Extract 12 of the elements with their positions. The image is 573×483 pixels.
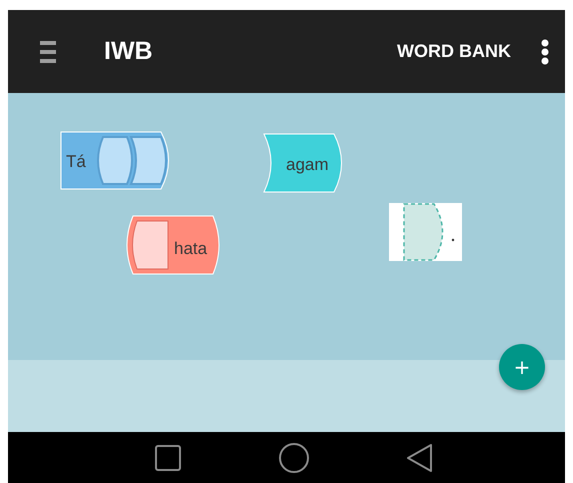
block-label: Tá — [66, 152, 86, 171]
block-label: hata — [174, 239, 208, 258]
more-options-icon[interactable] — [541, 38, 549, 64]
app-title: IWB — [104, 37, 153, 66]
menu-icon[interactable] — [40, 40, 56, 62]
home-icon[interactable] — [278, 442, 308, 472]
recent-apps-icon[interactable] — [154, 444, 180, 470]
word-block[interactable] — [264, 134, 342, 192]
back-icon[interactable] — [406, 444, 432, 472]
word-bank-button[interactable]: WORD BANK — [397, 41, 511, 62]
word-block[interactable] — [126, 216, 220, 274]
block-label: agam — [286, 155, 329, 174]
